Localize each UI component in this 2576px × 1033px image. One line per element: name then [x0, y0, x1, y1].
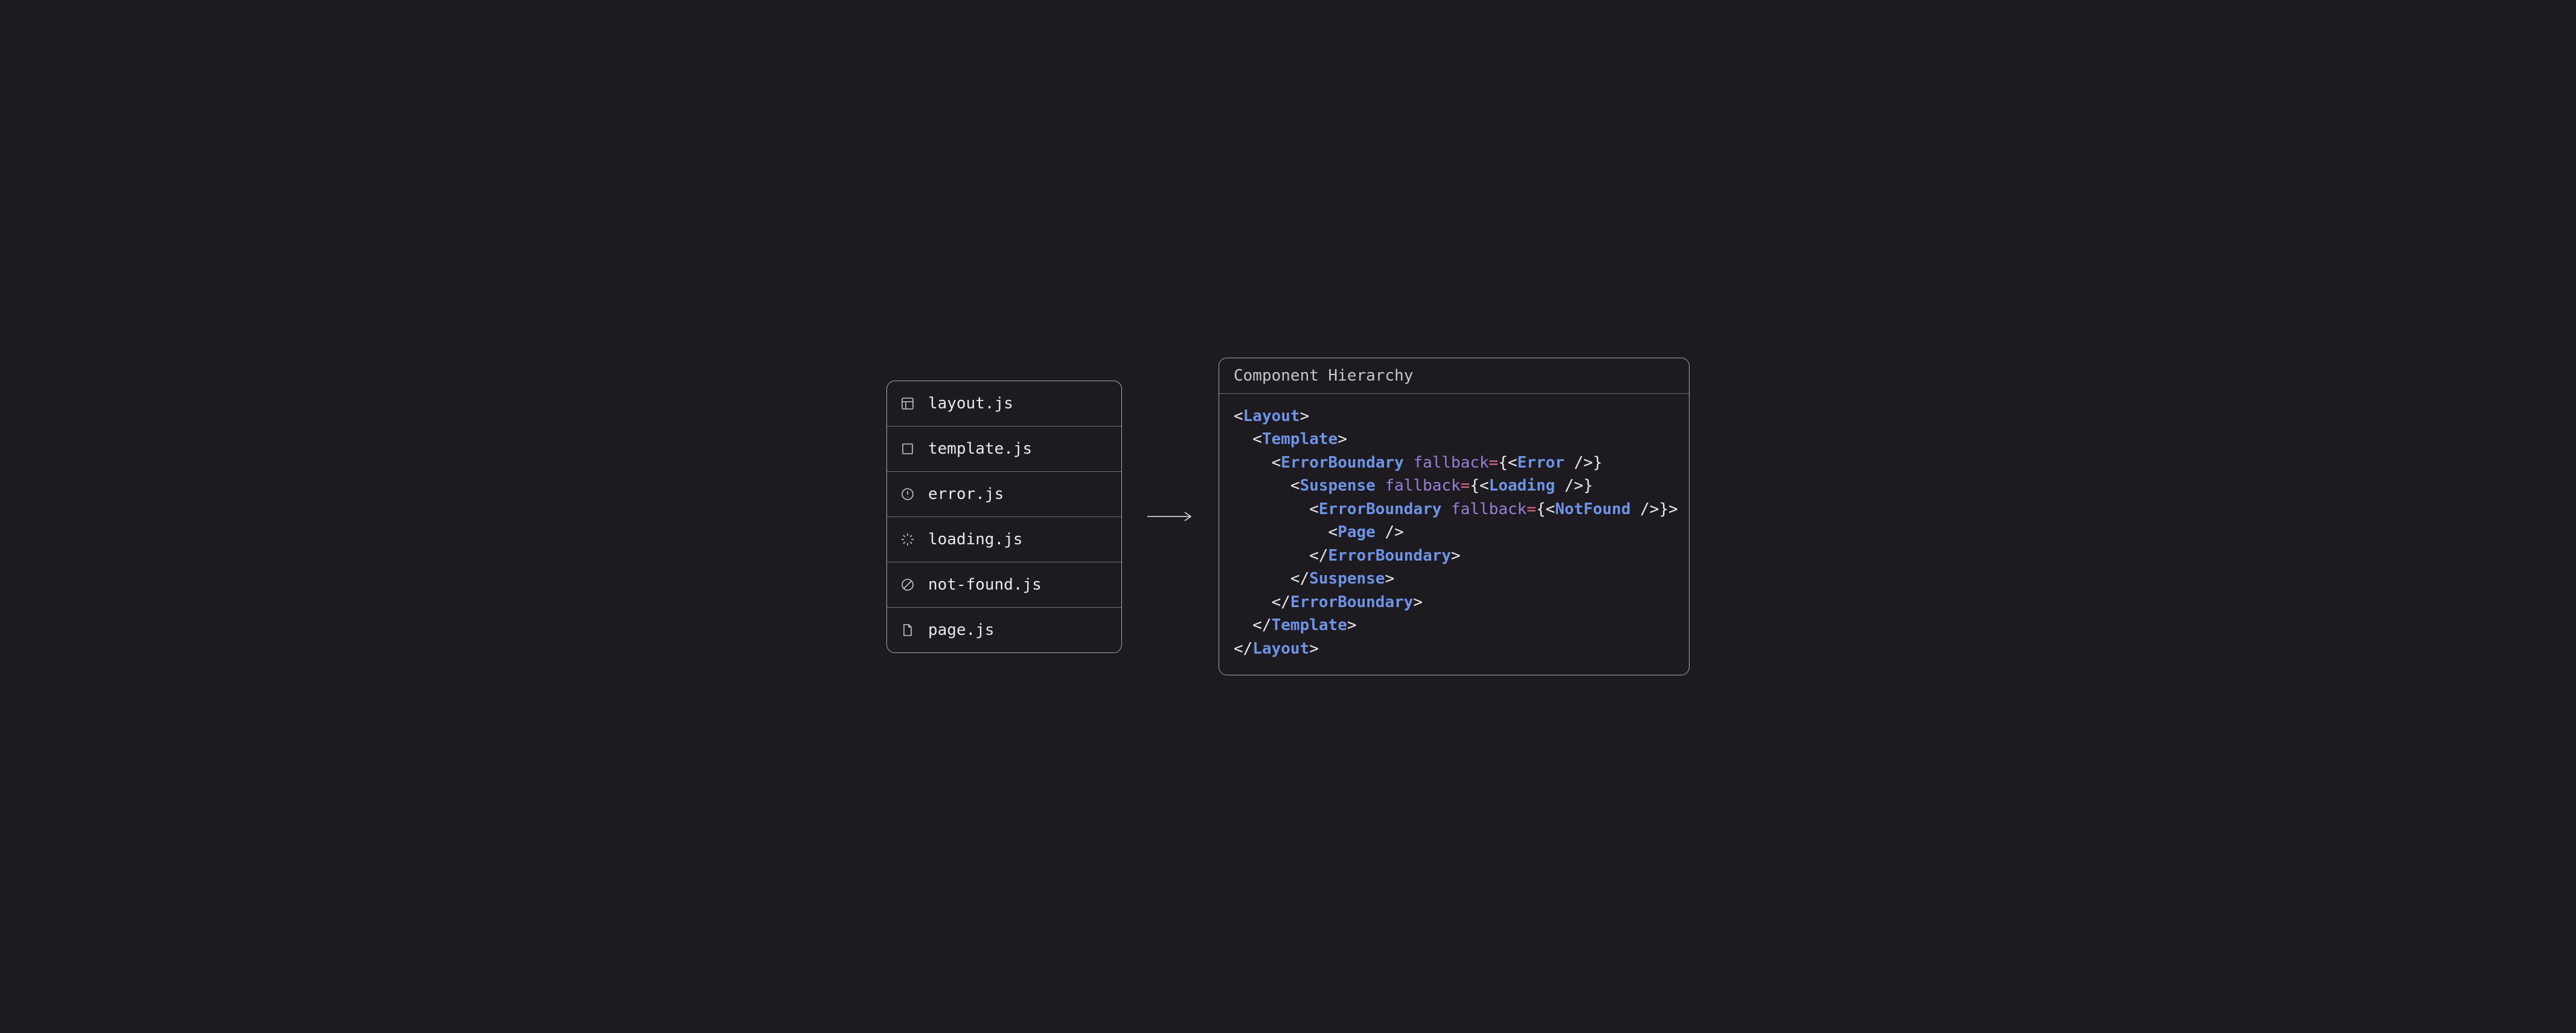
code-token: />}: [1555, 477, 1593, 495]
code-token: <: [1234, 477, 1300, 495]
code-token: fallback: [1451, 500, 1527, 518]
code-token: <: [1234, 454, 1281, 472]
code-token: >: [1347, 616, 1357, 634]
code-token: <: [1234, 430, 1262, 448]
code-token: </: [1234, 547, 1328, 565]
code-token: [1441, 500, 1451, 518]
panel-title: Component Hierarchy: [1219, 358, 1689, 394]
code-token: [1404, 454, 1414, 472]
code-token: />: [1376, 523, 1404, 541]
code-token: Template: [1272, 616, 1347, 634]
component-hierarchy-panel: Component Hierarchy <Layout> <Template> …: [1219, 358, 1690, 675]
file-name: template.js: [928, 440, 1032, 458]
spinner-icon: [900, 532, 915, 547]
file-name: not-found.js: [928, 576, 1042, 594]
code-token: </: [1234, 640, 1252, 658]
code-token: NotFound: [1555, 500, 1630, 518]
code-token: Layout: [1252, 640, 1309, 658]
code-token: >: [1300, 407, 1310, 425]
file-item-error: error.js: [887, 472, 1121, 517]
arrow-icon: [1146, 510, 1194, 523]
code-token: ErrorBoundary: [1328, 547, 1452, 565]
file-item-loading: loading.js: [887, 517, 1121, 562]
code-token: Layout: [1243, 407, 1300, 425]
file-name: layout.js: [928, 394, 1013, 413]
file-item-not-found: not-found.js: [887, 562, 1121, 608]
code-token: Error: [1517, 454, 1565, 472]
code-token: {<: [1498, 454, 1517, 472]
file-name: loading.js: [928, 530, 1023, 549]
code-token: Loading: [1489, 477, 1556, 495]
code-token: >: [1338, 430, 1347, 448]
code-token: Suspense: [1309, 570, 1385, 588]
code-token: ErrorBoundary: [1319, 500, 1442, 518]
code-token: </: [1234, 593, 1290, 611]
file-item-template: template.js: [887, 426, 1121, 472]
code-token: =: [1461, 477, 1470, 495]
code-token: </: [1234, 616, 1272, 634]
code-token: >: [1385, 570, 1394, 588]
alert-icon: [900, 487, 915, 501]
file-item-layout: layout.js: [887, 381, 1121, 426]
code-token: fallback: [1385, 477, 1460, 495]
code-token: [1376, 477, 1385, 495]
code-token: Page: [1338, 523, 1376, 541]
file-item-page: page.js: [887, 608, 1121, 652]
code-token: >: [1413, 593, 1423, 611]
file-name: error.js: [928, 485, 1004, 503]
diagram-row: layout.js template.js error.js: [886, 358, 1690, 675]
code-token: >: [1451, 547, 1461, 565]
code-token: />}: [1565, 454, 1603, 472]
code-token: ErrorBoundary: [1290, 593, 1414, 611]
code-token: <: [1234, 407, 1243, 425]
square-icon: [900, 442, 915, 456]
code-token: =: [1489, 454, 1499, 472]
code-token: Suspense: [1300, 477, 1376, 495]
code-token: fallback: [1413, 454, 1488, 472]
code-token: >: [1309, 640, 1319, 658]
layout-icon: [900, 396, 915, 411]
code-token: ErrorBoundary: [1281, 454, 1404, 472]
code-block: <Layout> <Template> <ErrorBoundary fallb…: [1219, 394, 1689, 675]
code-token: {<: [1536, 500, 1555, 518]
file-icon: [900, 623, 915, 637]
code-token: {<: [1470, 477, 1488, 495]
code-token: <: [1234, 523, 1338, 541]
forbidden-icon: [900, 578, 915, 592]
code-token: <: [1234, 500, 1319, 518]
file-name: page.js: [928, 621, 995, 639]
code-token: </: [1234, 570, 1309, 588]
code-token: />}>: [1630, 500, 1677, 518]
code-token: Template: [1262, 430, 1338, 448]
file-list-panel: layout.js template.js error.js: [886, 381, 1122, 653]
diagram-canvas: layout.js template.js error.js: [0, 0, 2576, 1033]
code-token: =: [1527, 500, 1536, 518]
